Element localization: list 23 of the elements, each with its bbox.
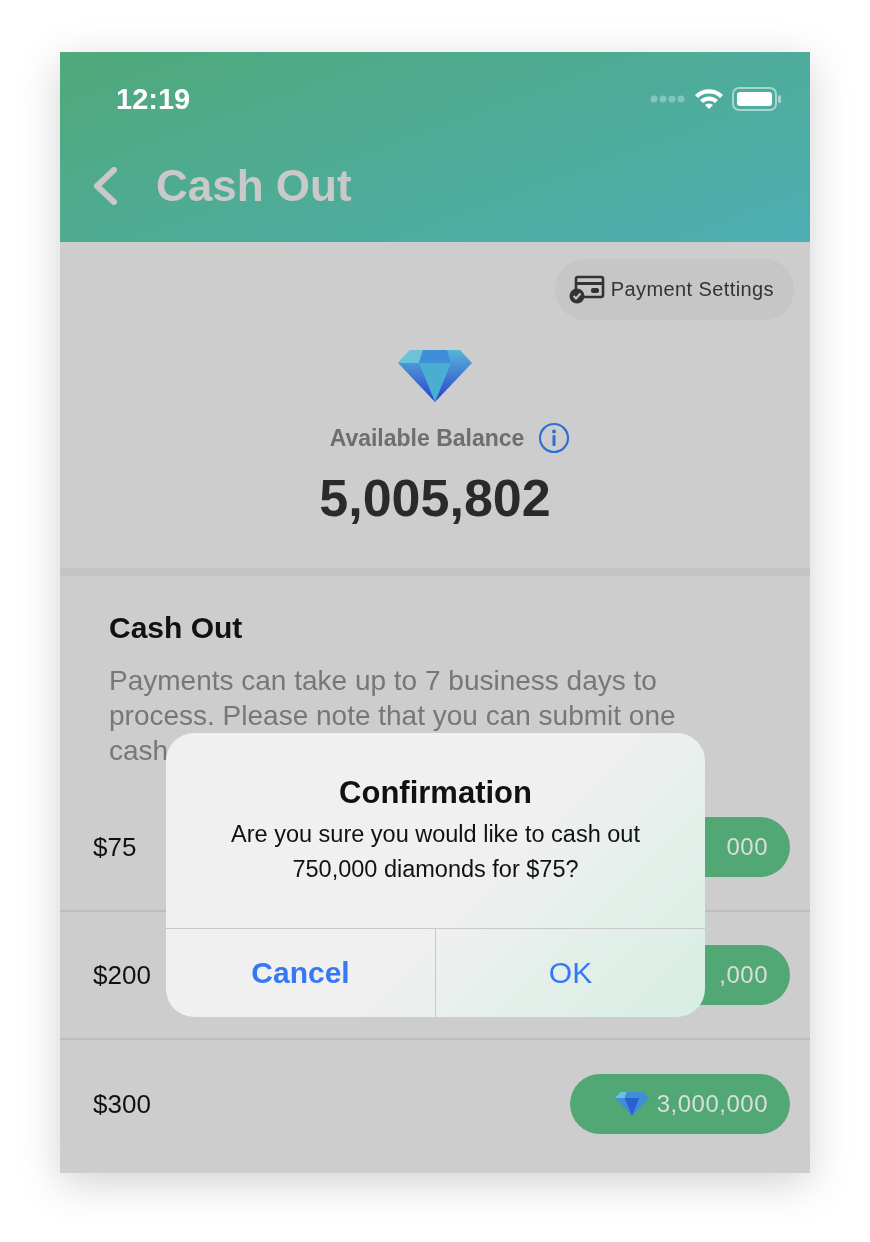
diamond-icon [614, 1092, 649, 1116]
status-time: 12:19 [116, 82, 191, 116]
cash-amount: $200 [93, 959, 151, 991]
diamond-icon [398, 350, 472, 402]
section-title: Cash Out [109, 611, 244, 645]
page-title: Cash Out [156, 161, 352, 211]
signal-dots-icon [650, 95, 686, 103]
credit-card-check-icon [568, 274, 605, 305]
back-chevron-icon[interactable] [92, 167, 118, 205]
payment-settings-button[interactable]: Payment Settings [554, 259, 794, 320]
wifi-icon [694, 88, 724, 110]
diamond-price-button[interactable]: 3,000,000 [570, 1074, 790, 1134]
battery-icon [732, 87, 782, 111]
balance-label: Available Balance [329, 424, 525, 452]
cash-amount: $300 [93, 1088, 151, 1120]
info-icon[interactable] [538, 422, 571, 454]
section-description: Payments can take up to 7 business days to process. Please note that you can submit one cash [109, 664, 677, 768]
dialog-message: Are you sure you would like to cash out 750,000 diamonds for $75? [230, 820, 641, 884]
cancel-button[interactable]: Cancel [166, 929, 435, 1017]
cash-amount: $75 [93, 831, 137, 863]
balance-amount: 5,005,802 [319, 468, 551, 529]
dialog-title: Confirmation [339, 775, 532, 811]
ok-button[interactable]: OK [435, 929, 705, 1017]
